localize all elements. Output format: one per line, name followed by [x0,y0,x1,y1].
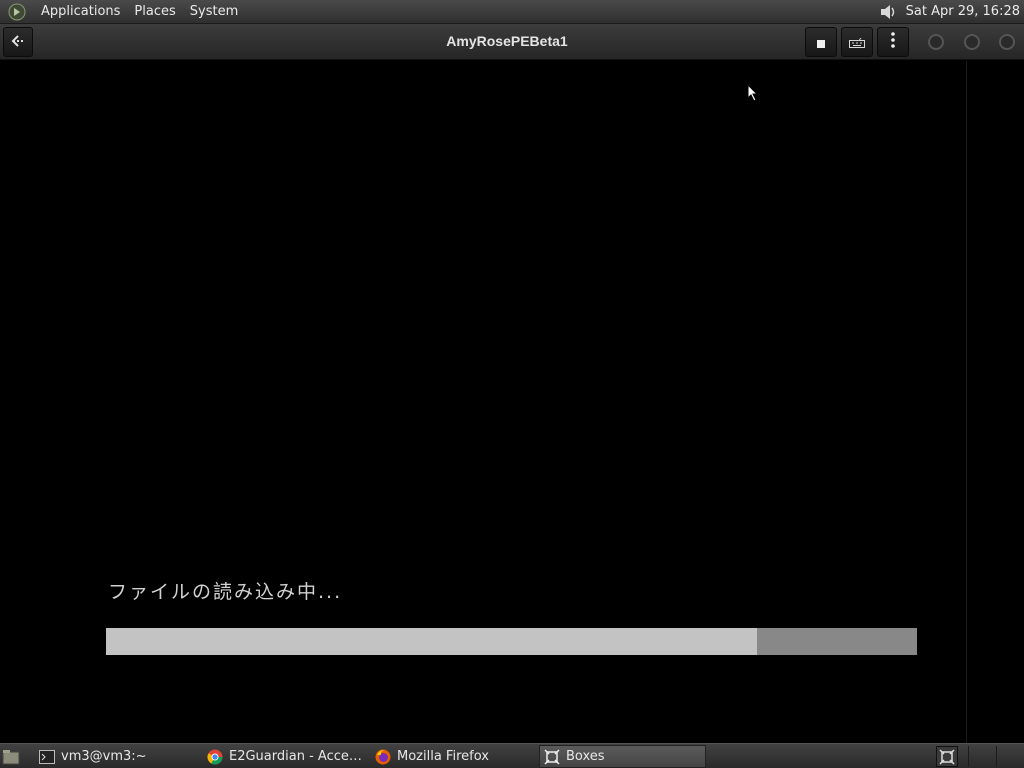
task-label: Mozilla Firefox [397,749,489,764]
chrome-icon [207,749,223,765]
terminal-icon [39,749,55,764]
maximize-icon[interactable] [962,32,982,52]
back-arrow-icon [10,33,26,52]
stop-square-icon [817,33,825,52]
menu-system[interactable]: System [183,0,245,24]
task-terminal[interactable]: vm3@vm3:~ [35,745,199,768]
menu-applications[interactable]: Applications [34,0,127,24]
firefox-icon [375,749,391,765]
task-chrome[interactable]: E2Guardian - Acces... [203,745,367,768]
bottom-taskbar: vm3@vm3:~ E2Guardian - Acces... Mozilla … [0,743,1024,768]
task-boxes[interactable]: Boxes [539,745,706,768]
display-edge-divider [966,61,967,743]
boxes-icon [939,748,955,765]
more-options-button[interactable] [877,27,909,57]
keyboard-icon [849,33,865,52]
stop-button[interactable] [805,27,837,57]
gnome-foot-icon[interactable] [6,1,28,23]
task-label: E2Guardian - Acces... [229,749,367,764]
mouse-pointer-icon [747,83,759,106]
clock[interactable]: Sat Apr 29, 16:28 [898,4,1024,19]
send-keys-button[interactable] [841,27,873,57]
boxes-headerbar: AmyRosePEBeta1 [0,24,1024,60]
workspace-divider [968,746,969,767]
vm-title: AmyRosePEBeta1 [446,33,568,49]
task-firefox[interactable]: Mozilla Firefox [371,745,535,768]
workspace-switcher[interactable] [936,746,958,767]
workspace-divider [996,746,997,767]
show-desktop-icon[interactable] [0,746,22,767]
task-label: vm3@vm3:~ [61,749,147,764]
menu-places[interactable]: Places [127,0,182,24]
close-icon[interactable] [997,32,1017,52]
loading-progress-bar [106,628,917,655]
loading-status-text: ファイルの読み込み中... [108,581,343,603]
boxes-icon [544,748,560,765]
back-button[interactable] [3,27,33,57]
task-label: Boxes [566,749,605,764]
vm-display[interactable]: ファイルの読み込み中... [0,61,1024,743]
speaker-icon[interactable] [878,3,898,21]
top-panel: Applications Places System Sat Apr 29, 1… [0,0,1024,24]
loading-progress-fill [106,628,758,655]
minimize-icon[interactable] [926,32,946,52]
kebab-menu-icon [891,32,895,52]
